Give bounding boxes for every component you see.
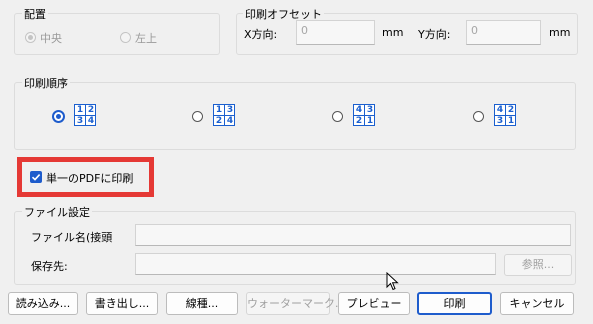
print-order-group (14, 82, 576, 150)
x-offset-unit: mm (382, 26, 404, 39)
print-order-radio-3[interactable] (332, 111, 343, 122)
filename-input[interactable] (135, 224, 571, 246)
load-button[interactable]: 読み込み... (8, 292, 78, 315)
print-order-radio-1[interactable] (52, 110, 65, 123)
checkmark-icon (31, 174, 41, 181)
print-order-title: 印刷順序 (22, 75, 70, 91)
order-4321-icon: 4 3 2 1 (353, 104, 375, 126)
y-offset-label: Y方向: (418, 28, 451, 41)
print-order-radio-2[interactable] (192, 111, 203, 122)
browse-button[interactable]: 参照... (504, 254, 572, 276)
mouse-cursor-icon (386, 272, 399, 291)
placement-title: 配置 (22, 6, 48, 22)
file-settings-title: ファイル設定 (22, 204, 92, 220)
order-1234-icon: 1 2 3 4 (74, 104, 96, 126)
export-button[interactable]: 書き出し... (86, 292, 158, 315)
order-4231-icon: 4 2 3 1 (494, 104, 516, 126)
watermark-button[interactable]: ウォーターマーク... (246, 292, 346, 315)
cancel-button[interactable]: キャンセル (500, 292, 574, 315)
single-pdf-label[interactable]: 単一のPDFに印刷 (46, 170, 133, 186)
single-pdf-checkbox[interactable] (30, 171, 42, 183)
placement-top-left-label: 左上 (135, 32, 157, 45)
placement-center-radio[interactable] (25, 32, 36, 43)
order-1324-icon: 1 3 2 4 (213, 104, 235, 126)
x-offset-label: X方向: (244, 28, 278, 41)
y-offset-input[interactable]: 0 (466, 20, 541, 45)
line-type-button[interactable]: 線種... (166, 292, 238, 315)
save-to-label: 保存先: (31, 260, 68, 273)
save-to-input[interactable] (135, 253, 496, 275)
preview-button[interactable]: プレビュー (338, 292, 410, 315)
filename-label: ファイル名(接頭 (31, 231, 113, 244)
placement-center-label: 中央 (40, 32, 62, 45)
x-offset-input[interactable]: 0 (296, 20, 375, 45)
print-button[interactable]: 印刷 (417, 292, 492, 315)
print-order-radio-4[interactable] (473, 111, 484, 122)
placement-top-left-radio[interactable] (120, 32, 131, 43)
y-offset-unit: mm (549, 26, 571, 39)
